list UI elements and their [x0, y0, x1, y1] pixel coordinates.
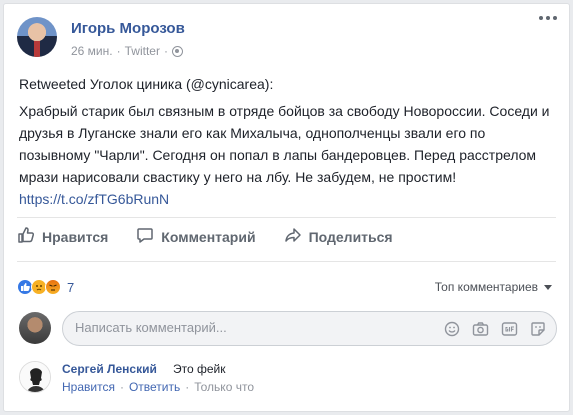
post-text: Храбрый старик был связным в отряде бойц… [19, 103, 550, 185]
sticker-icon[interactable] [530, 321, 546, 337]
meta-separator: · [163, 44, 168, 58]
share-button[interactable]: Поделиться [284, 226, 393, 247]
reaction-count: 7 [67, 279, 75, 295]
post-link[interactable]: https://t.co/zfTG6bRunN [19, 191, 169, 207]
share-label: Поделиться [308, 228, 393, 245]
angry-reaction-icon [45, 279, 61, 295]
like-button[interactable]: Нравится [17, 226, 108, 247]
comment-author[interactable]: Сергей Ленский [62, 362, 157, 376]
comment-like-link[interactable]: Нравится [62, 380, 115, 394]
post-meta: 26 мин. · Twitter · [71, 44, 183, 58]
like-label: Нравится [42, 228, 109, 245]
divider [17, 217, 556, 218]
globe-icon[interactable] [171, 45, 183, 57]
sort-label: Топ комментариев [434, 280, 538, 294]
post-time[interactable]: 26 мин. [71, 44, 113, 58]
comment-input[interactable] [75, 320, 415, 335]
reactions-summary[interactable]: 7 [17, 279, 74, 295]
meta-separator: · [116, 44, 121, 58]
more-options-icon[interactable] [539, 16, 557, 20]
post-body: Храбрый старик был связным в отряде бойц… [19, 100, 559, 210]
emoji-icon[interactable] [444, 321, 460, 337]
comment-button[interactable]: Комментарий [136, 226, 256, 247]
comment-input-box[interactable] [62, 311, 557, 346]
comment-text: Это фейк [173, 362, 226, 376]
comment-box-icons [444, 321, 546, 337]
comment-icon [136, 226, 154, 247]
commenter-avatar[interactable] [19, 361, 51, 393]
retweet-line: Retweeted Уголок циника (@cynicarea): [19, 76, 274, 92]
comment-label: Комментарий [161, 228, 256, 245]
thumbs-up-icon [17, 226, 35, 247]
comment-time[interactable]: Только что [194, 380, 254, 394]
post-source: Twitter [124, 44, 160, 58]
post-actions: Нравится Комментарий Поделиться [17, 226, 393, 247]
current-user-avatar [19, 312, 51, 344]
comment-sort-dropdown[interactable]: Топ комментариев [435, 280, 552, 294]
separator-dot: · [185, 380, 190, 394]
gif-icon[interactable] [501, 321, 518, 337]
author-name[interactable]: Игорь Морозов [71, 20, 185, 37]
caret-down-icon [544, 284, 552, 290]
comment-reply-link[interactable]: Ответить [129, 380, 180, 394]
share-icon [284, 226, 302, 247]
camera-icon[interactable] [472, 321, 489, 337]
separator-dot: · [119, 380, 124, 394]
divider [17, 261, 556, 262]
author-avatar[interactable] [17, 17, 57, 57]
comment-actions: Нравится · Ответить · Только что [62, 380, 254, 394]
post-card: Игорь Морозов 26 мин. · Twitter · Retwee… [3, 3, 570, 412]
